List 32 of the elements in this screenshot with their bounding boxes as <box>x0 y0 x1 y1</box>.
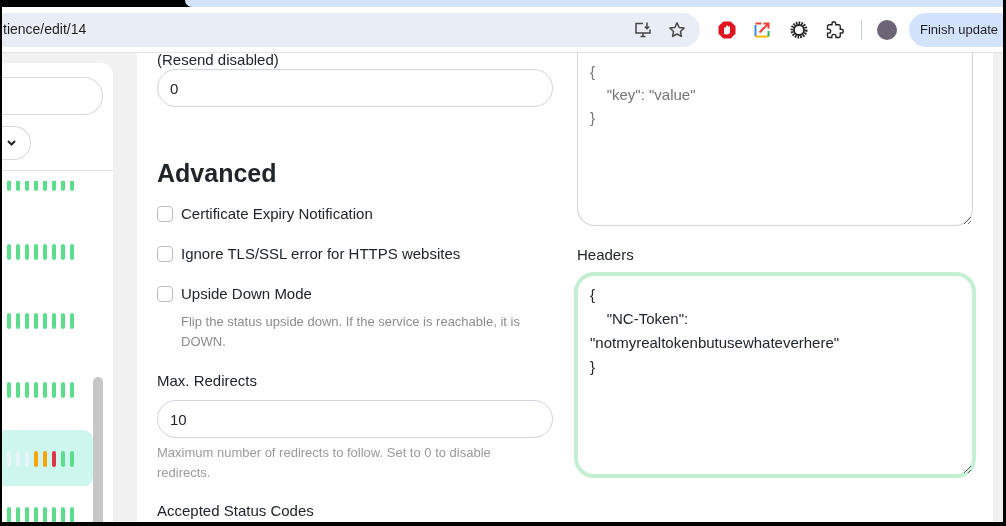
gear-icon[interactable] <box>790 20 808 39</box>
url-text[interactable]: tience/edit/14 <box>2 19 87 40</box>
option-label[interactable]: Certificate Expiry Notification <box>181 202 373 226</box>
avatar[interactable] <box>877 19 897 40</box>
text-area[interactable]: { "key": "value" } <box>577 53 973 226</box>
chevron-down-icon <box>7 140 16 146</box>
address-bar[interactable]: tience/edit/14 <box>2 12 700 47</box>
option-description: Flip the status upside down. If the service is reachable, it is DOWN. <box>180 313 521 351</box>
square-arrow-icon[interactable] <box>754 21 770 38</box>
number-input[interactable]: 0 <box>157 69 553 107</box>
section-heading: Advanced <box>157 158 278 189</box>
stop-hand-icon[interactable] <box>718 20 736 39</box>
filter-dropdown[interactable] <box>2 126 31 160</box>
scrollbar-thumb[interactable] <box>93 377 103 522</box>
puzzle-icon[interactable] <box>826 20 844 39</box>
option-label[interactable]: Ignore TLS/SSL error for HTTPS websites <box>181 242 461 266</box>
star-icon[interactable] <box>668 20 686 39</box>
number-input[interactable]: 10 <box>157 400 553 438</box>
finish-update-button[interactable]: Finish update <box>909 12 1003 47</box>
checkbox[interactable] <box>157 246 173 262</box>
field-label: Accepted Status Codes <box>157 502 315 520</box>
monitor-row[interactable] <box>2 430 93 487</box>
field-label: (Resend disabled) <box>157 53 280 67</box>
checkbox[interactable] <box>157 286 173 302</box>
checkbox[interactable] <box>157 206 173 222</box>
install-icon[interactable] <box>634 20 652 39</box>
option-label[interactable]: Upside Down Mode <box>181 282 312 306</box>
field-label: Max. Redirects <box>157 371 259 391</box>
search-field[interactable] <box>2 77 103 115</box>
help-text: Maximum number of redirects to follow. Set to 0 to disable redirects. <box>157 444 492 482</box>
field-label: Headers <box>577 245 635 265</box>
headers-textarea[interactable]: { "NC-Token": "notmyrealtokenbutusewhateverhere" } <box>574 272 976 478</box>
